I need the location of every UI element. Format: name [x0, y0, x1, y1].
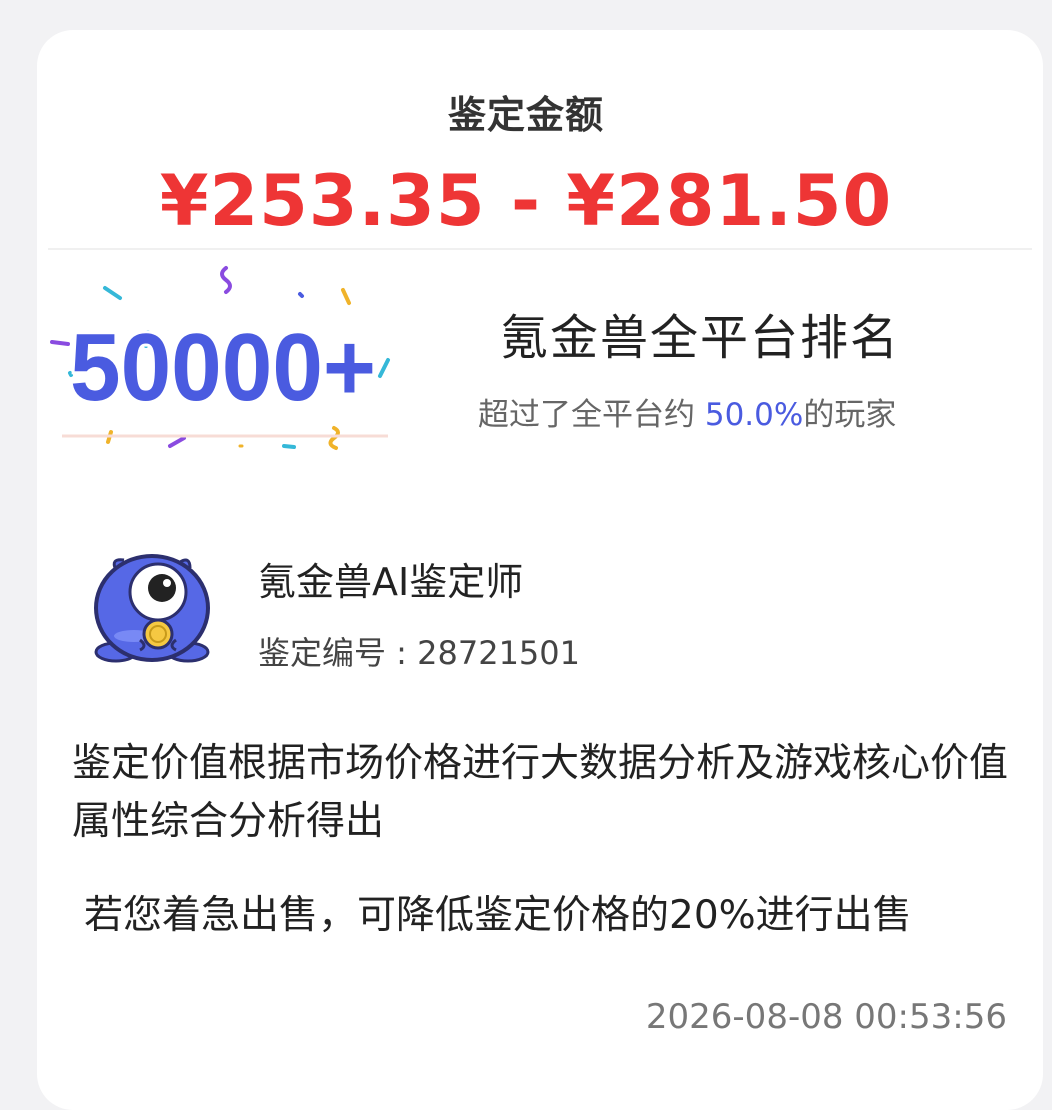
quick-sale-note: 若您着急出售，可降低鉴定价格的20%进行出售 [84, 893, 912, 938]
appraisal-title: 鉴定金额 [447, 93, 604, 137]
rank-summary: 超过了全平台约 50.0%的玩家 [478, 389, 896, 434]
rank-badge-number: 50000+ [70, 314, 376, 421]
rank-summary-suffix: 的玩家 [803, 397, 897, 433]
appraisal-timestamp: 2026-08-08 00:53:56 [645, 997, 1007, 1037]
appraisal-description: 鉴定价值根据市场价格进行大数据分析及游戏核心价值属性综合分析得出 [72, 741, 1009, 844]
appraiser-name: 氪金兽AI鉴定师 [258, 560, 524, 604]
appraisal-price-range: ¥253.35 - ¥281.50 [159, 160, 893, 242]
appraisal-number: 鉴定编号 : 28721501 [258, 634, 581, 672]
rank-percent: 50.0% [704, 397, 804, 433]
rank-badge-graphic: 50000+ [50, 266, 390, 450]
divider [48, 248, 1032, 250]
monster-mascot-avatar [94, 554, 210, 663]
rank-summary-prefix: 超过了全平台约 [478, 397, 705, 433]
rank-title: 氪金兽全平台排名 [500, 310, 901, 366]
